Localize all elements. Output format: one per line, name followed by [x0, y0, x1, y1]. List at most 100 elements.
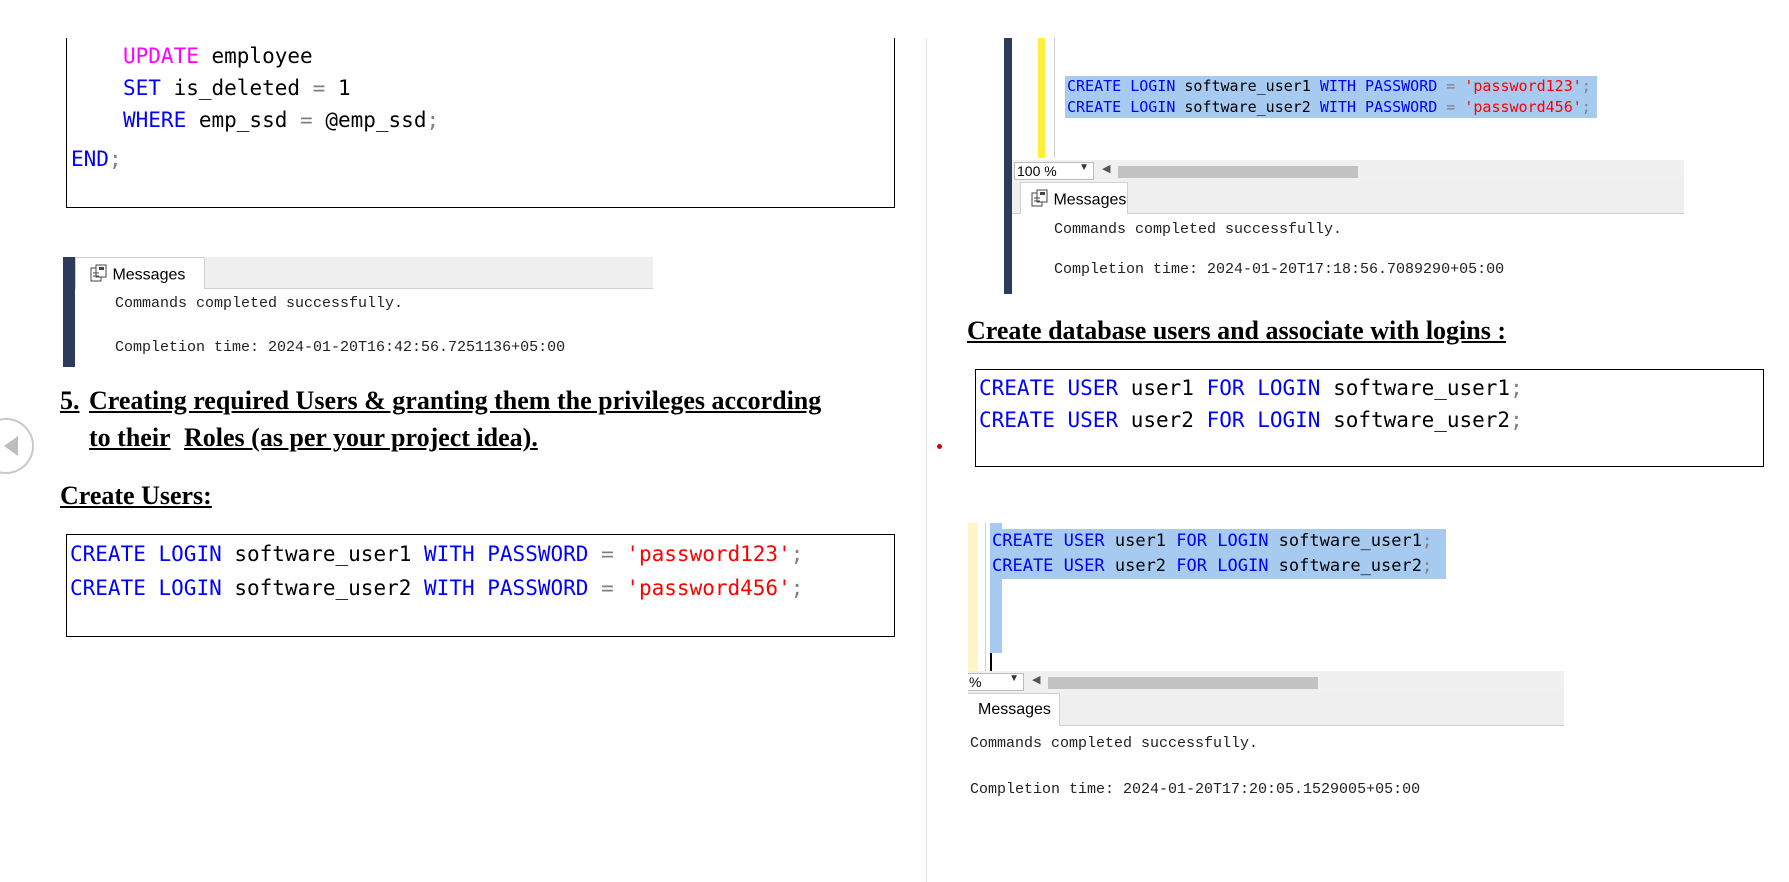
- panel-left-bar: [63, 257, 75, 367]
- ssms-user-screenshot: CREATE USER user1 FOR LOGIN software_use…: [968, 523, 1564, 813]
- code-token: WITH: [1319, 77, 1356, 95]
- messages-icon: [1031, 189, 1049, 212]
- code-line: CREATE LOGIN software_user1 WITH PASSWOR…: [70, 537, 803, 571]
- code-token: ;: [790, 542, 804, 566]
- code-token: LOGIN: [1217, 556, 1269, 576]
- code-token: FOR: [1176, 556, 1207, 576]
- code-token: software_user1: [1268, 531, 1422, 551]
- code-token: user1: [1118, 376, 1207, 400]
- message-line-1: Commands completed successfully.: [1054, 221, 1343, 238]
- code-token: CREATE: [1067, 77, 1122, 95]
- editor-change-bar: [1038, 38, 1045, 158]
- horizontal-scrollbar-thumb[interactable]: [1118, 166, 1358, 178]
- tab-messages[interactable]: Messages: [968, 693, 1060, 726]
- code-token: CREATE: [70, 576, 146, 600]
- code-token: =: [1437, 98, 1465, 116]
- code-token: is_deleted: [160, 76, 313, 100]
- prev-page-button[interactable]: [0, 418, 34, 474]
- code-token: PASSWORD: [1365, 98, 1438, 116]
- create-user-code-box: CREATE USER user1 FOR LOGIN software_use…: [975, 369, 1764, 467]
- code-token: software_user2: [1268, 556, 1422, 576]
- code-token: ;: [790, 576, 804, 600]
- code-token: FOR: [1206, 376, 1245, 400]
- section-title-line-1: Creating required Users & granting them …: [89, 386, 822, 415]
- code-token: SET: [123, 76, 161, 100]
- code-lines: UPDATE employee SET is_deleted = 1 WHERE e…: [123, 40, 439, 136]
- tab-messages-label: Messages: [978, 701, 1051, 718]
- code-token: WITH: [1319, 98, 1356, 116]
- code-token: CREATE: [992, 556, 1054, 576]
- code-token: user1: [1104, 531, 1177, 551]
- selected-code: CREATE USER user1 FOR LOGIN software_use…: [990, 529, 1447, 579]
- code-token: USER: [1063, 531, 1105, 551]
- chevron-left-icon: [2, 435, 20, 461]
- ssms-login-screenshot: CREATE LOGIN software_user1 WITH PASSWOR…: [1004, 38, 1684, 294]
- zoom-value: %: [969, 674, 982, 690]
- tab-messages[interactable]: Messages: [1020, 182, 1128, 214]
- code-token: 'password456': [1464, 98, 1582, 116]
- code-token: PASSWORD: [487, 576, 589, 600]
- code-token: ;: [426, 108, 440, 132]
- editor-left-bar: [1004, 38, 1012, 294]
- page-divider: [926, 38, 927, 882]
- tab-messages[interactable]: Messages: [75, 257, 205, 289]
- message-line-1: Commands completed successfully.: [115, 295, 404, 312]
- code-token: USER: [1063, 556, 1105, 576]
- section-title-line-2b: Roles (as per your project idea).: [184, 423, 538, 452]
- code-token: WHERE: [123, 108, 187, 132]
- code-end-line: END;: [71, 143, 122, 175]
- editor-change-bar: [968, 523, 978, 673]
- code-token: WITH: [424, 576, 475, 600]
- code-token: ;: [1581, 98, 1591, 116]
- code-token: ;: [108, 147, 122, 171]
- code-token: PASSWORD: [1365, 77, 1438, 95]
- code-token: software_user1: [221, 542, 425, 566]
- code-line: CREATE LOGIN software_user2 WITH PASSWOR…: [1067, 97, 1591, 118]
- code-token: END: [71, 147, 109, 171]
- code-token: USER: [1067, 376, 1119, 400]
- code-line: CREATE LOGIN software_user1 WITH PASSWOR…: [1067, 76, 1591, 97]
- code-token: software_user2: [221, 576, 425, 600]
- message-line-1: Commands completed successfully.: [970, 735, 1259, 752]
- code-token: CREATE: [979, 408, 1055, 432]
- code-token: =: [588, 542, 627, 566]
- zoom-dropdown[interactable]: % ▼: [968, 673, 1024, 691]
- editor-gutter-line: [1054, 38, 1055, 158]
- code-token: USER: [1067, 408, 1119, 432]
- message-line-2: Completion time: 2024-01-20T17:20:05.152…: [970, 781, 1421, 798]
- code-token: software_user1: [1320, 376, 1511, 400]
- section-title-line-2a: to their: [89, 423, 171, 452]
- code-token: =: [300, 108, 313, 132]
- chevron-down-icon: ▼: [1009, 673, 1019, 684]
- zoom-dropdown[interactable]: 100 % ▼: [1014, 162, 1094, 180]
- code-token: WITH: [424, 542, 475, 566]
- db-users-heading: Create database users and associate with…: [967, 316, 1507, 345]
- code-token: LOGIN: [158, 576, 222, 600]
- code-token: software_user2: [1320, 408, 1511, 432]
- scroll-left-icon[interactable]: ◀: [1032, 673, 1040, 686]
- tab-messages-label: Messages: [112, 266, 186, 284]
- code-token: =: [588, 576, 627, 600]
- code-token: LOGIN: [1257, 376, 1321, 400]
- code-token: UPDATE: [123, 44, 199, 68]
- code-token: 'password456': [626, 576, 791, 600]
- pointer-dot: [937, 444, 942, 449]
- zoom-value: 100 %: [1017, 163, 1057, 179]
- code-token: CREATE: [992, 531, 1054, 551]
- code-token: =: [1437, 77, 1465, 95]
- horizontal-scrollbar-thumb[interactable]: [1048, 677, 1318, 689]
- section-number: 5.: [60, 386, 80, 415]
- code-token: ;: [1510, 408, 1523, 432]
- code-line: CREATE LOGIN software_user2 WITH PASSWOR…: [70, 571, 803, 605]
- scroll-left-icon[interactable]: ◀: [1102, 162, 1110, 175]
- message-line-2: Completion time: 2024-01-20T16:42:56.725…: [115, 339, 566, 356]
- messages-panel: Messages Commands completed successfully…: [63, 257, 653, 367]
- code-token: FOR: [1206, 408, 1245, 432]
- code-token: LOGIN: [1257, 408, 1321, 432]
